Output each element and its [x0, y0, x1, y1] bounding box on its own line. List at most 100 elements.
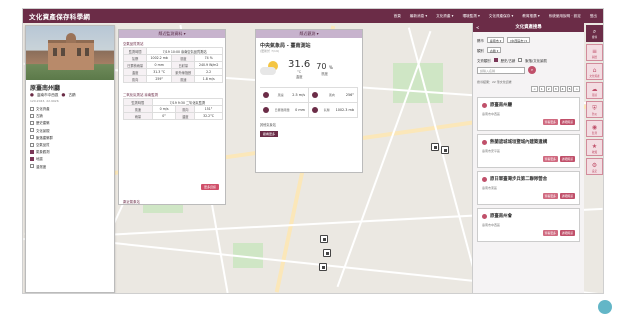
search-button[interactable]: ⌕: [528, 66, 536, 74]
result-card[interactable]: 熱蘭遮城城垣暨城內建築遺構 臺南市安平區 查看更多 詳細資訊: [477, 134, 580, 168]
search-row: 請輸入名稱 ⌕: [477, 65, 580, 75]
weather-summary: 31.6 °C 溫度 70 % 濕度: [256, 55, 362, 83]
table-cell: 氣壓: [122, 54, 148, 62]
nav-settings[interactable]: 系統使用說明 · 設定: [549, 14, 581, 19]
search-panel-title: 文化資產搜尋: [515, 25, 542, 30]
page-next[interactable]: >: [573, 86, 580, 92]
layer-row[interactable]: 氣象觀測: [30, 148, 110, 155]
nav-home[interactable]: 首頁: [394, 14, 401, 19]
result-card[interactable]: 原臺南州會 臺南市中西區 查看更多 詳細資訊: [477, 208, 580, 242]
table-row: 雨量 0° 溫度 32.2°C: [123, 112, 223, 120]
table-cell: 240.9 W/m2: [194, 61, 223, 69]
nav-education[interactable]: 教育推廣 ▾: [522, 14, 539, 19]
heritage-icon[interactable]: ⌂ 文化資產: [586, 63, 603, 80]
page-2[interactable]: 2: [545, 86, 552, 92]
nav-monitoring[interactable]: 環境監測 ▾: [462, 14, 479, 19]
details-button[interactable]: 詳細資訊: [559, 193, 575, 199]
layer-checkbox[interactable]: [30, 106, 34, 111]
option-b-checkbox[interactable]: [518, 58, 523, 62]
map-marker[interactable]: [319, 263, 327, 271]
district-select[interactable]: [中西區市] ▾: [507, 37, 531, 43]
category-label: 類別: [477, 48, 484, 53]
more-info-button[interactable]: 更多資訊: [200, 184, 219, 190]
view-more-button[interactable]: 查看更多: [542, 156, 558, 162]
layer-checkbox[interactable]: [30, 142, 34, 147]
environment-icon[interactable]: ☁ 環境: [586, 82, 603, 99]
layer-label: 文化資產: [36, 107, 50, 112]
heritage-marker-icon: [482, 213, 487, 219]
layer-checkbox[interactable]: [30, 164, 34, 169]
county-label: 縣市: [477, 38, 484, 43]
humidity-block: 70 % 濕度: [316, 62, 333, 76]
table-cell: 風速: [171, 75, 196, 83]
nav-logout[interactable]: 登出: [590, 14, 597, 19]
layer-row[interactable]: 歷史建築: [30, 119, 110, 126]
result-location: 臺南市安平區: [482, 149, 501, 153]
details-button[interactable]: 詳細資訊: [559, 119, 575, 125]
layer-checkbox[interactable]: [30, 120, 34, 125]
layer-checkbox[interactable]: [30, 156, 34, 161]
page-4[interactable]: 4: [559, 86, 566, 92]
gear-icon[interactable]: ⚙ 設定: [586, 158, 603, 175]
result-title: 原日軍臺灣步兵第二聯隊營舍: [482, 176, 575, 182]
metric-cell: 氣壓 1002.3 mb: [309, 103, 358, 118]
layer-checkbox[interactable]: [30, 149, 34, 154]
map-marker[interactable]: [441, 146, 449, 154]
search-icon[interactable]: ⌕ 搜尋: [586, 25, 603, 42]
details-button[interactable]: 詳細資訊: [559, 230, 575, 236]
map-marker[interactable]: [320, 235, 328, 243]
table-cell: 日射量: [171, 61, 196, 69]
layer-row[interactable]: 文化資產: [30, 105, 110, 112]
layer-list: 文化資產 古蹟 歷史建築 文化景觀 聚落建築群 空氣品質 氣象觀測 地震 溫濕度: [26, 105, 114, 170]
layer-row[interactable]: 溫濕度: [30, 163, 110, 170]
temperature-value: 31.6: [288, 59, 311, 70]
map-marker[interactable]: [323, 249, 331, 257]
layer-row[interactable]: 文化景觀: [30, 127, 110, 134]
option-a-checkbox[interactable]: [493, 58, 498, 62]
page-3[interactable]: 3: [552, 86, 559, 92]
info-icon: ●: [61, 93, 66, 98]
partly-cloudy-icon: [260, 61, 282, 77]
metric-cell: 日累積雨量 0 mm: [260, 103, 309, 118]
view-more-button[interactable]: 查看更多: [542, 119, 558, 125]
layers-icon[interactable]: ≡ 圖層: [586, 44, 603, 61]
view-more-button[interactable]: 查看更多: [542, 230, 558, 236]
details-button[interactable]: 詳細資訊: [559, 156, 575, 162]
layer-label: 古蹟: [36, 114, 43, 119]
weather-panel-header[interactable]: 鄰近觀測 ▾: [256, 30, 362, 38]
monitoring-panel-header[interactable]: 鄰近監測資料 ▾: [119, 30, 225, 38]
layer-row[interactable]: 聚落建築群: [30, 134, 110, 141]
shield-icon[interactable]: ⛨ 防災: [586, 101, 603, 118]
layer-row[interactable]: 空氣品質: [30, 141, 110, 148]
page-1[interactable]: 1: [538, 86, 545, 92]
result-card[interactable]: 原臺南州廳 臺南市中西區 查看更多 詳細資訊: [477, 97, 580, 131]
page-5[interactable]: 5: [566, 86, 573, 92]
map-marker[interactable]: [431, 143, 439, 151]
bookmark-icon[interactable]: ★ 收藏: [586, 139, 603, 156]
category-select[interactable]: 古蹟 ▾: [486, 47, 502, 53]
back-icon[interactable]: <: [476, 23, 479, 32]
option-row: 文資類別 歷史/古蹟 聚落/文化景觀: [477, 55, 580, 65]
layer-checkbox[interactable]: [30, 135, 34, 140]
layer-checkbox[interactable]: [30, 128, 34, 133]
search-input[interactable]: 請輸入名稱: [477, 66, 525, 74]
layer-row[interactable]: 地震: [30, 155, 110, 162]
county-select[interactable]: 臺南市 ▾: [486, 37, 505, 43]
search-form: 縣市 臺南市 ▾ [中西區市] ▾ 類別 古蹟 ▾ 文資類別 歷史/古蹟 聚落/…: [473, 32, 584, 78]
layer-row[interactable]: 古蹟: [30, 112, 110, 119]
view-more-button[interactable]: 查看更多: [542, 193, 558, 199]
nav-news[interactable]: 最新消息 ▾: [410, 14, 427, 19]
layer-label: 空氣品質: [36, 143, 50, 148]
nav-preservation[interactable]: 文化資產保存 ▾: [489, 14, 514, 19]
monitor-icon[interactable]: ◉ 監測: [586, 120, 603, 137]
table-cell: 溫度: [122, 68, 148, 76]
no2-table: 監測時間 7/19 9:30 二氧化氮監測 風速 0 m/s 風向 151° 雨量 0° 溫…: [123, 98, 224, 120]
layer-checkbox[interactable]: [30, 113, 34, 118]
table-cell: 風速: [123, 105, 153, 113]
result-card[interactable]: 原日軍臺灣步兵第二聯隊營舍 臺南市東區 查看更多 詳細資訊: [477, 171, 580, 205]
view-more-button[interactable]: 觀看更多: [260, 131, 279, 137]
nav-heritage[interactable]: 文化資產 ▾: [436, 14, 453, 19]
page-prev[interactable]: <: [531, 86, 538, 92]
layer-label: 文化景觀: [36, 128, 50, 133]
table-cell: 31.3 °C: [146, 68, 173, 76]
